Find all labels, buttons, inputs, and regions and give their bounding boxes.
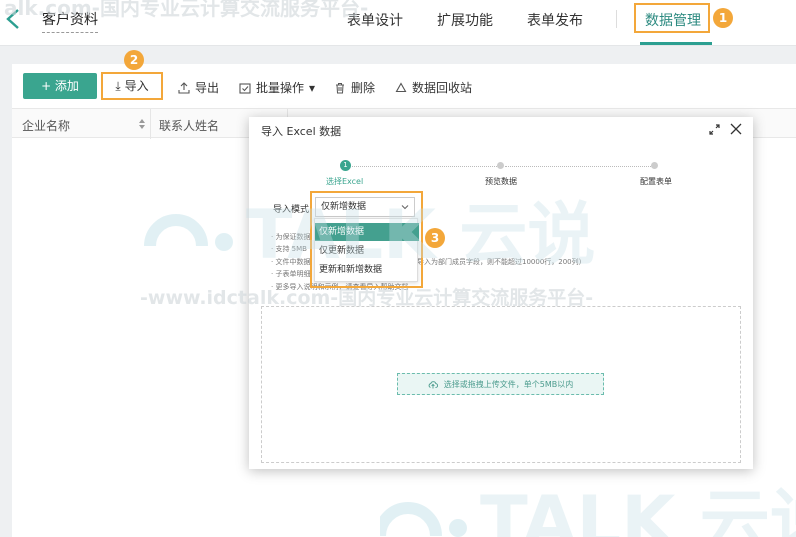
recycle-icon: [395, 81, 407, 92]
toolbar: + 添加 ⤓ 导入 导出 批量操作 ▾ 删除 数据回收站 2: [12, 50, 796, 108]
batch-icon: [239, 82, 251, 94]
page-title[interactable]: 客户资料: [42, 9, 98, 33]
import-button[interactable]: ⤓ 导入: [101, 72, 163, 100]
batch-operations-dropdown[interactable]: 批量操作 ▾: [239, 79, 315, 96]
import-icon: ⤓: [115, 79, 121, 93]
column-divider: [150, 109, 151, 139]
import-mode-label: 导入模式: [273, 205, 310, 215]
note-line: · 文件中数据: [271, 258, 311, 266]
export-icon: [178, 81, 190, 94]
tab-highlight-box: [634, 3, 710, 33]
step-badge-2: 2: [124, 50, 144, 70]
tab-form-publish[interactable]: 表单发布: [527, 10, 583, 30]
tab-extensions[interactable]: 扩展功能: [437, 10, 493, 30]
step-badge-3: 3: [425, 228, 445, 248]
delete-button[interactable]: 删除: [334, 79, 375, 96]
recycle-label: 数据回收站: [412, 81, 473, 95]
nav-divider: [616, 10, 617, 28]
column-contact-name[interactable]: 联系人姓名: [159, 117, 219, 134]
mode-highlight-box: [310, 191, 423, 288]
step-badge-1: 1: [713, 8, 733, 28]
step-label-select-excel: 选择Excel: [326, 177, 364, 186]
note-line: · 为保证数据: [271, 233, 311, 241]
close-icon[interactable]: [730, 123, 742, 135]
caret-down-icon: ▾: [309, 80, 316, 95]
expand-icon[interactable]: [709, 124, 720, 135]
step-connector: [505, 166, 651, 167]
step-dot: [497, 162, 504, 169]
import-excel-dialog: 导入 Excel 数据 1 选择Excel 预览数据 配置表单 导入模式 仅新增…: [249, 117, 753, 469]
step-label-configure: 配置表单: [640, 177, 672, 186]
step-dot-active: 1: [340, 160, 351, 171]
tab-form-design[interactable]: 表单设计: [347, 10, 403, 30]
recycle-bin-button[interactable]: 数据回收站: [395, 79, 472, 96]
cloud-upload-icon: [428, 380, 438, 388]
sort-icon[interactable]: [138, 118, 146, 130]
step-dot: [651, 162, 658, 169]
upload-label: 选择或拖拽上传文件，单个5MB以内: [443, 379, 574, 389]
dialog-title: 导入 Excel 数据: [261, 125, 342, 138]
back-chevron-icon[interactable]: [4, 8, 24, 30]
trash-icon: [336, 82, 344, 93]
step-label-preview: 预览数据: [485, 177, 517, 186]
upload-button[interactable]: 选择或拖拽上传文件，单个5MB以内: [397, 373, 604, 395]
note-line-limits: 导入为部门成员字段，则不能超过10000行，200列): [417, 258, 582, 266]
delete-label: 删除: [351, 81, 376, 95]
column-company-name[interactable]: 企业名称: [22, 117, 70, 134]
add-button[interactable]: + 添加: [23, 73, 97, 99]
batch-label: 批量操作: [256, 81, 305, 95]
note-line: · 支持 5MB: [271, 245, 307, 253]
export-label: 导出: [195, 81, 220, 95]
step-connector: [352, 166, 497, 167]
active-tab-underline: [640, 42, 712, 45]
note-line: · 子表单明细: [271, 270, 311, 278]
import-label: 导入: [124, 79, 149, 93]
top-header: 客户资料 表单设计 扩展功能 表单发布 数据管理 1: [0, 0, 796, 46]
export-button[interactable]: 导出: [178, 79, 219, 96]
